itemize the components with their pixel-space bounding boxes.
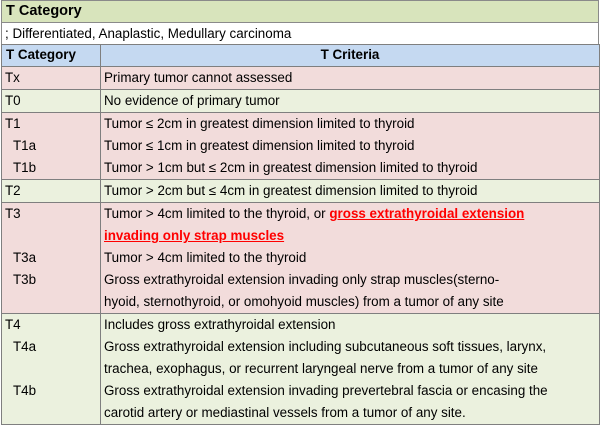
subcategory-label: T1b bbox=[13, 160, 37, 175]
category-label: T4 bbox=[5, 317, 21, 332]
subcategory-label: T3b bbox=[13, 272, 37, 287]
criteria-text: Tumor ≤ 2cm in greatest dimension limite… bbox=[104, 116, 415, 131]
table-row-t3: T3 T3a T3b Tumor > 4cm limited to the th… bbox=[1, 202, 600, 314]
criteria-text: No evidence of primary tumor bbox=[104, 93, 280, 108]
t-category-table: T Category T Criteria Tx Primary tumor c… bbox=[1, 44, 600, 425]
criteria-text: trachea, exophagus, or recurrent larynge… bbox=[104, 361, 538, 376]
subcategory-label: T1a bbox=[13, 138, 37, 153]
criteria-text: Tumor ≤ 1cm in greatest dimension limite… bbox=[104, 138, 415, 153]
header-category: T Category bbox=[1, 44, 101, 67]
category-label: T1 bbox=[5, 116, 21, 131]
cell-criteria: Tumor > 4cm limited to the thyroid, or g… bbox=[100, 202, 600, 314]
criteria-text: Tumor > 2cm but ≤ 4cm in greatest dimens… bbox=[104, 183, 478, 198]
subcategory-label: T4b bbox=[13, 383, 37, 398]
criteria-text: Gross extrathyroidal extension invading … bbox=[104, 272, 500, 287]
cell-category: Tx bbox=[1, 66, 101, 90]
cell-criteria: Tumor > 2cm but ≤ 4cm in greatest dimens… bbox=[100, 179, 600, 203]
criteria-text: Tumor > 4cm limited to the thyroid, or bbox=[104, 206, 330, 221]
criteria-text: Tumor > 4cm limited to the thyroid bbox=[104, 250, 307, 265]
document-title: T Category bbox=[1, 0, 599, 22]
cell-category: T2 bbox=[1, 179, 101, 203]
category-label: Tx bbox=[5, 70, 20, 85]
criteria-text: hyoid, sternothyroid, or omohyoid muscle… bbox=[104, 294, 504, 309]
cell-criteria: Primary tumor cannot assessed bbox=[100, 66, 600, 90]
highlight-text: invading only strap muscles bbox=[104, 228, 285, 243]
criteria-text: Tumor > 1cm but ≤ 2cm in greatest dimens… bbox=[104, 160, 478, 175]
subcategory-label: T3a bbox=[13, 250, 37, 265]
table-row-tx: Tx Primary tumor cannot assessed bbox=[1, 66, 600, 90]
highlight-text: gross extrathyroidal extension bbox=[329, 206, 525, 221]
criteria-text: Primary tumor cannot assessed bbox=[104, 70, 293, 85]
cell-criteria: No evidence of primary tumor bbox=[100, 89, 600, 113]
cell-category: T3 T3a T3b bbox=[1, 202, 101, 314]
header-criteria: T Criteria bbox=[100, 44, 600, 67]
table-row-t0: T0 No evidence of primary tumor bbox=[1, 89, 600, 113]
document-subtitle: ; Differentiated, Anaplastic, Medullary … bbox=[1, 22, 599, 44]
category-label: T3 bbox=[5, 206, 21, 221]
cell-category: T1 T1a T1b bbox=[1, 112, 101, 180]
table-row-t1: T1 T1a T1b Tumor ≤ 2cm in greatest dimen… bbox=[1, 112, 600, 180]
cell-criteria: Tumor ≤ 2cm in greatest dimension limite… bbox=[100, 112, 600, 180]
cell-category: T4 T4a T4b bbox=[1, 313, 101, 425]
criteria-text: Includes gross extrathyroidal extension bbox=[104, 317, 336, 332]
table-header-row: T Category T Criteria bbox=[1, 44, 600, 67]
category-label: T2 bbox=[5, 183, 21, 198]
category-label: T0 bbox=[5, 93, 21, 108]
t-category-document: T Category ; Differentiated, Anaplastic,… bbox=[1, 0, 600, 425]
criteria-text: carotid artery or mediastinal vessels fr… bbox=[104, 405, 466, 420]
table-row-t2: T2 Tumor > 2cm but ≤ 4cm in greatest dim… bbox=[1, 179, 600, 203]
criteria-text: Gross extrathyroidal extension invading … bbox=[104, 383, 548, 398]
cell-criteria: Includes gross extrathyroidal extension … bbox=[100, 313, 600, 425]
cell-category: T0 bbox=[1, 89, 101, 113]
criteria-text: Gross extrathyroidal extension including… bbox=[104, 339, 547, 354]
table-row-t4: T4 T4a T4b Includes gross extrathyroidal… bbox=[1, 313, 600, 425]
subcategory-label: T4a bbox=[13, 339, 37, 354]
